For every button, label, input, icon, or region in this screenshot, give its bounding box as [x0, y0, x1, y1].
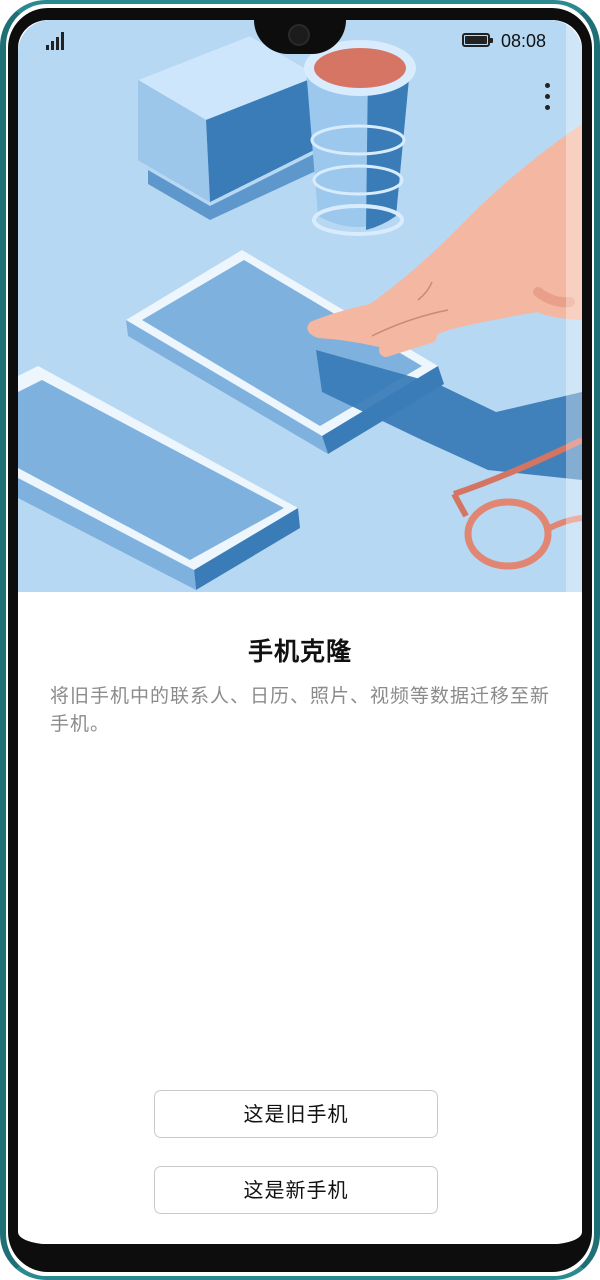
more-vertical-icon	[545, 83, 550, 88]
more-vertical-icon-dot	[545, 105, 550, 110]
page-title: 手机克隆	[247, 637, 352, 666]
phone-device: 08:08 手机克隆 将旧手机中的联系人、日历、照片、视频等数据迁移至新手机。 …	[0, 0, 600, 1280]
status-bar: 08:08	[18, 20, 582, 62]
camera-notch	[254, 20, 346, 54]
old-phone-button[interactable]: 这是旧手机	[154, 1090, 438, 1138]
cellular-signal-icon	[46, 32, 66, 50]
more-vertical-icon-dot	[545, 94, 550, 99]
status-clock: 08:08	[501, 31, 547, 51]
battery-icon	[462, 33, 493, 47]
front-camera-icon	[288, 24, 310, 46]
page-description: 将旧手机中的联系人、日历、照片、视频等数据迁移至新手机。	[50, 685, 551, 735]
phone-clone-illustration	[18, 20, 582, 592]
more-options-button[interactable]	[532, 80, 562, 120]
phone-screen: 08:08 手机克隆 将旧手机中的联系人、日历、照片、视频等数据迁移至新手机。 …	[18, 20, 582, 1244]
new-phone-button[interactable]: 这是新手机	[154, 1166, 438, 1214]
